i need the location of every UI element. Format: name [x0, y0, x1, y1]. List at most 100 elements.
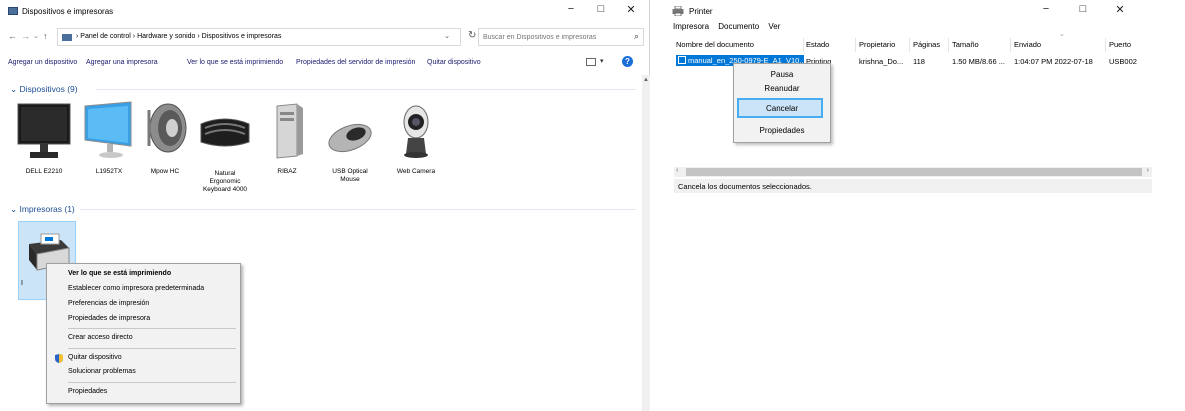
column-size[interactable]: Tamaño — [952, 40, 979, 49]
job-pages: 118 — [913, 57, 925, 66]
menu-item-printing-preferences[interactable]: Preferencias de impresión — [68, 300, 149, 307]
menu-documento[interactable]: Documento — [718, 22, 759, 31]
menu-item-troubleshoot[interactable]: Solucionar problemas — [68, 368, 136, 375]
search-input[interactable] — [481, 30, 621, 44]
speaker-icon — [147, 103, 187, 153]
monitor-icon — [17, 103, 71, 158]
device-web-camera[interactable]: Web Camera — [386, 100, 446, 180]
scroll-thumb[interactable] — [686, 168, 1142, 176]
column-separator[interactable] — [1010, 38, 1011, 52]
devices-printers-icon — [8, 7, 18, 15]
menu-ver[interactable]: Ver — [768, 22, 780, 31]
column-port[interactable]: Puerto — [1109, 40, 1131, 49]
device-label: Web Camera — [396, 168, 436, 175]
menu-item-see-whats-printing[interactable]: Ver lo que se está imprimiendo — [68, 270, 171, 277]
command-bar: Agregar un dispositivo Agregar una impre… — [0, 56, 649, 72]
close-button[interactable]: ✕ — [1107, 3, 1133, 16]
section-divider — [80, 209, 636, 210]
search-icon[interactable]: ⌕ — [634, 31, 639, 42]
device-label: Mpow HC — [150, 168, 180, 175]
address-bar-row: ← → ⌄ ↑ › Panel de control › Hardware y … — [0, 28, 649, 46]
device-usb-mouse[interactable]: USB Optical Mouse — [320, 100, 380, 190]
search-box[interactable]: ⌕ — [478, 28, 644, 46]
column-separator[interactable] — [909, 38, 910, 52]
add-printer-button[interactable]: Agregar una impresora — [86, 59, 158, 66]
device-label: L1952TX — [95, 168, 123, 175]
close-button[interactable]: ✕ — [618, 3, 644, 16]
minimize-button[interactable]: − — [1033, 3, 1059, 15]
remove-device-button[interactable]: Quitar dispositivo — [427, 59, 481, 66]
device-ribaz[interactable]: RIBAZ — [257, 100, 317, 180]
column-separator[interactable] — [948, 38, 949, 52]
device-label: Natural Ergonomic Keyboard 4000 — [202, 170, 248, 193]
shield-icon — [55, 354, 63, 363]
column-pages[interactable]: Páginas — [913, 40, 940, 49]
window-title: Dispositivos e impresoras — [22, 7, 114, 16]
job-port: USB002 — [1109, 57, 1137, 66]
menu-bar: Impresora Documento Ver — [673, 22, 787, 31]
breadcrumb[interactable]: › Panel de control › Hardware y sonido ›… — [76, 33, 281, 40]
printer-icon — [672, 6, 684, 16]
scroll-left-icon[interactable]: ‹ — [676, 167, 678, 174]
menu-impresora[interactable]: Impresora — [673, 22, 709, 31]
menu-separator — [68, 382, 236, 383]
add-device-button[interactable]: Agregar un dispositivo — [8, 59, 77, 66]
menu-item-printer-properties[interactable]: Propiedades de impresora — [68, 315, 150, 322]
scroll-up-icon[interactable]: ▲ — [642, 77, 650, 83]
window-title: Printer — [689, 7, 713, 16]
up-arrow-icon[interactable]: ↑ — [43, 31, 48, 41]
see-whats-printing-button[interactable]: Ver lo que se está imprimiendo — [187, 59, 283, 66]
column-separator[interactable] — [803, 38, 804, 52]
job-owner: krishna_Do... — [859, 57, 904, 66]
job-submitted: 1:04:07 PM 2022-07-18 — [1014, 57, 1093, 66]
maximize-button[interactable]: □ — [1070, 3, 1096, 15]
forward-arrow-icon[interactable]: → — [21, 31, 30, 41]
chevron-down-icon[interactable]: ⌄ — [444, 32, 450, 40]
column-document-name[interactable]: Nombre del documento — [676, 40, 754, 49]
menu-separator — [68, 328, 236, 329]
menu-item-cancel[interactable]: Cancelar — [734, 104, 830, 113]
device-l1952tx[interactable]: L1952TX — [79, 100, 139, 180]
devices-printers-window: Dispositivos e impresoras − □ ✕ ← → ⌄ ↑ … — [0, 0, 650, 411]
print-queue-window: Printer − □ ✕ Impresora Documento Ver No… — [663, 0, 1163, 200]
column-owner[interactable]: Propietario — [859, 40, 895, 49]
device-dell-monitor[interactable]: DELL E2210 — [14, 100, 74, 180]
menu-item-pause[interactable]: Pausa — [734, 70, 830, 79]
column-separator[interactable] — [1105, 38, 1106, 52]
view-dropdown-icon[interactable]: ▾ — [600, 57, 604, 65]
document-icon — [678, 56, 686, 64]
menu-item-remove-device[interactable]: Quitar dispositivo — [68, 354, 122, 361]
minimize-button[interactable]: − — [558, 3, 584, 15]
recent-locations-icon[interactable]: ⌄ — [33, 32, 39, 40]
help-icon[interactable]: ? — [622, 56, 633, 67]
back-arrow-icon[interactable]: ← — [8, 31, 17, 41]
device-mpow-hc[interactable]: Mpow HC — [135, 100, 195, 180]
device-label: DELL E2210 — [25, 168, 63, 175]
device-label: RIBAZ — [277, 168, 297, 175]
devices-section-header[interactable]: ⌄ Dispositivos (9) — [10, 84, 78, 95]
device-natural-keyboard[interactable]: Natural Ergonomic Keyboard 4000 — [195, 100, 255, 200]
menu-item-create-shortcut[interactable]: Crear acceso directo — [68, 334, 133, 341]
menu-item-properties[interactable]: Propiedades — [734, 126, 830, 135]
title-bar: Dispositivos e impresoras − □ ✕ — [0, 0, 649, 22]
webcam-icon — [403, 105, 429, 158]
status-bar: Cancela los documentos seleccionados. — [674, 179, 1152, 193]
column-separator[interactable] — [855, 38, 856, 52]
print-server-properties-button[interactable]: Propiedades del servidor de impresión — [296, 59, 415, 66]
scroll-right-icon[interactable]: › — [1147, 167, 1149, 174]
column-status[interactable]: Estado — [806, 40, 829, 49]
address-box[interactable]: › Panel de control › Hardware y sonido ›… — [57, 28, 461, 46]
printers-section-header[interactable]: ⌄ Impresoras (1) — [10, 204, 75, 215]
menu-item-set-default-printer[interactable]: Establecer como impresora predeterminada — [68, 285, 204, 292]
control-panel-icon — [62, 34, 72, 41]
job-context-menu: Pausa Reanudar Cancelar Propiedades — [733, 63, 831, 143]
refresh-icon[interactable]: ↻ — [468, 30, 476, 41]
sort-indicator-icon: ⌄ — [1059, 31, 1065, 38]
menu-item-properties[interactable]: Propiedades — [68, 388, 107, 395]
column-submitted[interactable]: Enviado — [1014, 40, 1041, 49]
maximize-button[interactable]: □ — [588, 3, 614, 15]
view-options-icon[interactable] — [586, 58, 596, 66]
horizontal-scrollbar[interactable]: ‹ › — [674, 167, 1152, 177]
vertical-scrollbar[interactable]: ▲ — [642, 75, 650, 411]
menu-item-resume[interactable]: Reanudar — [734, 84, 830, 93]
